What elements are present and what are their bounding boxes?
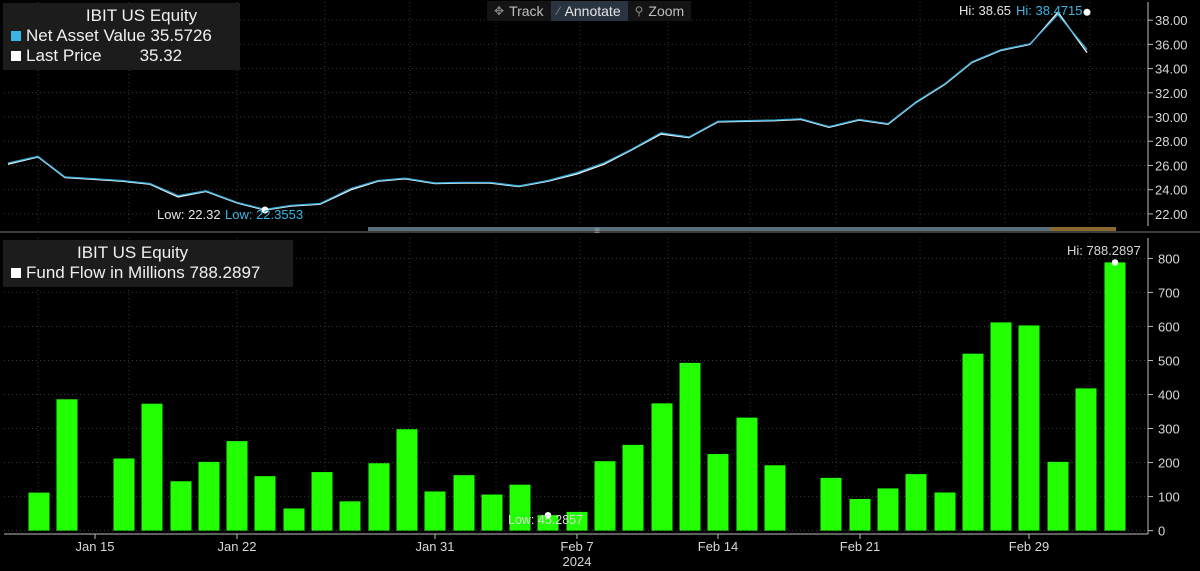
flow-bar <box>1047 461 1069 531</box>
bottom-ytick-label: 100 <box>1158 490 1180 505</box>
flow-bar <box>905 474 927 531</box>
top-hi-marker <box>1083 8 1091 16</box>
x-tick-label: Feb 29 <box>1009 539 1049 554</box>
bottom-ytick-label: 0 <box>1158 524 1165 539</box>
x-year-label: 2024 <box>563 554 592 569</box>
top-ytick-label: 34.00 <box>1155 62 1188 77</box>
flow-bar <box>170 481 192 531</box>
flow-bar <box>707 454 729 531</box>
bottom-ytick-label: 600 <box>1158 319 1180 334</box>
flow-bar <box>1018 325 1040 531</box>
magnifier-icon: ⚲ <box>634 4 644 18</box>
top-low-last-annotation: Low: 22.32 <box>157 207 221 222</box>
flow-bar <box>594 461 616 531</box>
flow-bar <box>1075 388 1097 531</box>
bottom-ytick-label: 400 <box>1158 388 1180 403</box>
bottom-low-annotation: Low: 45.2857 <box>508 513 583 527</box>
x-tick-label: Feb 14 <box>698 539 738 554</box>
flow-bar <box>622 444 644 531</box>
bottom-ytick-label: 800 <box>1158 251 1180 266</box>
top-ytick-label: 22.00 <box>1155 207 1188 222</box>
flow-bar <box>141 403 163 531</box>
bottom-hi-marker <box>1111 259 1119 266</box>
bottom-hi-annotation: Hi: 788.2897 <box>1067 243 1141 258</box>
nav-swatch <box>11 31 21 41</box>
x-tick-label: Feb 21 <box>840 539 880 554</box>
flow-bar <box>226 441 248 531</box>
flow-bar <box>962 353 984 531</box>
flow-bar <box>198 461 220 531</box>
divider-accent <box>1050 227 1116 231</box>
flow-bar <box>311 472 333 531</box>
top-ytick-label: 32.00 <box>1155 86 1188 101</box>
crosshair-icon: ✥ <box>494 4 505 18</box>
top-ytick-label: 30.00 <box>1155 110 1188 125</box>
last-price-legend-row: Last Price 35.32 <box>11 46 232 66</box>
flow-bar <box>877 488 899 531</box>
flow-bar <box>28 492 50 531</box>
top-ytick-label: 38.00 <box>1155 13 1188 28</box>
annotate-label: Annotate <box>564 3 621 19</box>
annotate-button[interactable]: ∕ Annotate <box>550 1 628 21</box>
track-button[interactable]: ✥ Track <box>487 1 551 21</box>
zoom-label: Zoom <box>648 3 685 19</box>
top-low-nav-annotation: Low: 22.3553 <box>225 207 303 222</box>
bottom-ytick-label: 500 <box>1158 353 1180 368</box>
flow-bar <box>1104 262 1126 531</box>
divider-grip-icon: ≡ <box>594 226 600 237</box>
price-legend-title: IBIT US Equity <box>85 6 198 25</box>
bottom-ytick-label: 200 <box>1158 456 1180 471</box>
x-tick-label: Feb 7 <box>560 539 593 554</box>
flow-bar <box>424 491 446 531</box>
top-ytick-label: 36.00 <box>1155 37 1188 52</box>
zoom-button[interactable]: ⚲ Zoom <box>628 1 692 21</box>
top-hi-nav-annotation: Hi: 38.4715 <box>1016 3 1083 18</box>
flow-legend-title: IBIT US Equity <box>77 243 189 262</box>
top-ytick-label: 26.00 <box>1155 158 1188 173</box>
flow-bar <box>849 498 871 531</box>
bottom-ytick-label: 700 <box>1158 285 1180 300</box>
panel-divider-bar <box>368 227 1116 231</box>
x-tick-label: Jan 15 <box>75 539 114 554</box>
x-tick-label: Jan 31 <box>415 539 454 554</box>
nav-legend-label: Net Asset Value 35.5726 <box>26 26 212 45</box>
track-label: Track <box>509 3 544 19</box>
flow-bar <box>113 458 135 531</box>
top-ytick-label: 24.00 <box>1155 183 1188 198</box>
flow-legend-row: Fund Flow in Millions 788.2897 <box>11 263 285 283</box>
flow-bar <box>736 417 758 531</box>
top-ytick-label: 28.00 <box>1155 134 1188 149</box>
flow-legend-label: Fund Flow in Millions 788.2897 <box>26 263 261 282</box>
flow-swatch <box>11 268 21 278</box>
top-hi-last-annotation: Hi: 38.65 <box>959 3 1011 18</box>
flow-bar <box>820 477 842 531</box>
pencil-icon: ∕ <box>557 4 560 18</box>
x-tick-label: Jan 22 <box>217 539 256 554</box>
flow-bar <box>56 399 78 531</box>
nav-legend-row: Net Asset Value 35.5726 <box>11 26 232 46</box>
flow-bar <box>651 403 673 531</box>
bottom-ytick-label: 300 <box>1158 422 1180 437</box>
last-price-swatch <box>11 51 21 61</box>
flow-bar <box>254 476 276 531</box>
flow-bar <box>339 501 361 531</box>
flow-bar <box>934 492 956 531</box>
last-price-legend-label: Last Price <box>26 46 102 65</box>
flow-bar <box>453 475 475 531</box>
price-legend: IBIT US Equity Net Asset Value 35.5726 L… <box>3 3 240 70</box>
flow-bar <box>368 463 390 531</box>
flow-bar <box>679 362 701 531</box>
last-price-legend-value: 35.32 <box>139 46 183 65</box>
flow-bar <box>396 429 418 531</box>
flow-legend: IBIT US Equity Fund Flow in Millions 788… <box>3 240 293 287</box>
flow-bar <box>990 322 1012 531</box>
flow-bar <box>283 508 305 531</box>
chart-toolbar: ✥ Track ∕ Annotate ⚲ Zoom <box>487 1 692 21</box>
flow-bar <box>481 494 503 531</box>
flow-bar <box>764 465 786 531</box>
